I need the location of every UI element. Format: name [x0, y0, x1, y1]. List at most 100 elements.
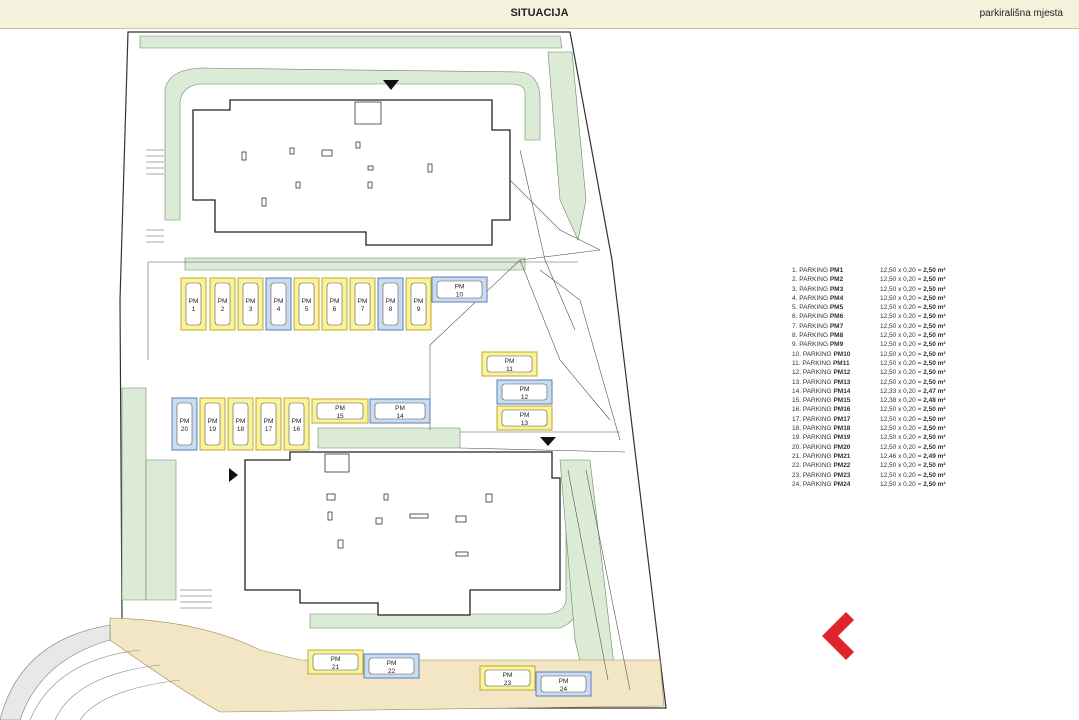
legend-label: 24. PARKING PM24: [792, 480, 880, 489]
legend-label: 3. PARKING PM3: [792, 285, 880, 294]
legend-dims: 12,50 x 0,20 =: [880, 415, 924, 423]
legend-label: 14. PARKING PM14: [792, 387, 880, 396]
legend-code: PM8: [829, 332, 844, 340]
legend-code: PM16: [833, 406, 851, 414]
legend-dimensions: 12,33 x 0,20 = 2,47 m²: [880, 387, 946, 396]
legend-dimensions: 12,50 x 0,20 = 2,50 m²: [880, 266, 946, 275]
legend-row: 20. PARKING PM20 12,50 x 0,20 = 2,50 m²: [792, 443, 992, 452]
parking-bay-9: PM9: [405, 277, 432, 331]
legend-index: 11.: [792, 359, 803, 367]
bay-number-label: 24: [560, 686, 568, 693]
bay-number-label: 14: [396, 413, 404, 420]
legend-dimensions: 12,50 x 0,20 = 2,50 m²: [880, 415, 946, 424]
legend-label: 4. PARKING PM4: [792, 294, 880, 303]
bay-number-label: 20: [181, 426, 189, 433]
green-mid-strip: [317, 427, 461, 449]
bay-prefix-label: PM: [302, 298, 312, 305]
bay-prefix-label: PM: [520, 412, 530, 419]
legend-index: 15.: [792, 397, 803, 405]
legend-label: 5. PARKING PM5: [792, 303, 880, 312]
legend-label: 7. PARKING PM7: [792, 322, 880, 331]
legend-index: 10.: [792, 350, 803, 358]
parking-bay-20: PM20: [171, 397, 198, 451]
roundabout-arc-3: [79, 679, 181, 720]
legend-label: 6. PARKING PM6: [792, 312, 880, 321]
legend-label: 2. PARKING PM2: [792, 275, 880, 284]
bay-number-label: 15: [336, 413, 344, 420]
bay-number-label: 10: [456, 292, 464, 299]
parking-bay-14: PM14: [369, 398, 431, 424]
legend-name: PARKING: [802, 406, 834, 414]
legend-code: PM11: [832, 359, 850, 367]
legend-dims: 12,50 x 0,20 =: [880, 480, 924, 488]
legend-code: PM18: [833, 425, 851, 433]
legend-area-value: 2,50 m²: [923, 434, 946, 442]
legend-code: PM12: [833, 369, 851, 377]
legend-area-value: 2,50 m²: [923, 406, 946, 414]
legend-dimensions: 12,50 x 0,20 = 2,50 m²: [880, 471, 946, 480]
legend-label: 12. PARKING PM12: [792, 368, 880, 377]
legend-dimensions: 12,50 x 0,20 = 2,50 m²: [880, 378, 946, 387]
legend-row: 17. PARKING PM17 12,50 x 0,20 = 2,50 m²: [792, 415, 992, 424]
legend-row: 10. PARKING PM10 12,50 x 0,20 = 2,50 m²: [792, 350, 992, 359]
legend-row: 1. PARKING PM1 12,50 x 0,20 = 2,50 m²: [792, 266, 992, 275]
bay-number-label: 12: [521, 394, 529, 401]
legend-name: PARKING: [802, 415, 834, 423]
legend-area-value: 2,49 m²: [923, 452, 946, 460]
legend-name: PARKING: [799, 276, 830, 284]
parking-bay-8: PM8: [377, 277, 404, 331]
legend-name: PARKING: [802, 397, 834, 405]
legend-name: PARKING: [802, 480, 834, 488]
legend-area-value: 2,50 m²: [923, 276, 946, 284]
legend-name: PARKING: [802, 471, 834, 479]
green-left-strip: [121, 387, 147, 601]
bay-prefix-label: PM: [264, 418, 274, 425]
parking-bay-11: PM11: [481, 351, 538, 377]
legend-dims: 12,50 x 0,20 =: [880, 285, 924, 293]
legend-dimensions: 12,50 x 0,20 = 2,50 m²: [880, 443, 946, 452]
legend-label: 9. PARKING PM9: [792, 340, 880, 349]
legend-label: 18. PARKING PM18: [792, 424, 880, 433]
legend-label: 19. PARKING PM19: [792, 433, 880, 442]
legend-row: 18. PARKING PM18 12,50 x 0,20 = 2,50 m²: [792, 424, 992, 433]
legend-index: 23.: [792, 471, 803, 479]
legend-index: 18.: [792, 425, 803, 433]
legend-index: 21.: [792, 452, 803, 460]
legend-dimensions: 12,50 x 0,20 = 2,50 m²: [880, 433, 946, 442]
legend-label: 8. PARKING PM8: [792, 331, 880, 340]
legend-name: PARKING: [802, 359, 833, 367]
legend-name: PARKING: [802, 350, 834, 358]
legend-dimensions: 12,50 x 0,20 = 2,50 m²: [880, 312, 946, 321]
legend-area-value: 2,50 m²: [923, 378, 946, 386]
legend-index: 22.: [792, 462, 803, 470]
parking-bay-2: PM2: [209, 277, 236, 331]
legend-index: 13.: [792, 378, 803, 386]
legend-name: PARKING: [799, 304, 830, 312]
legend-dims: 12,50 x 0,20 =: [880, 313, 924, 321]
legend-label: 20. PARKING PM20: [792, 443, 880, 452]
legend-label: 13. PARKING PM13: [792, 378, 880, 387]
legend-label: 23. PARKING PM23: [792, 471, 880, 480]
legend-dims: 12,50 x 0,20 =: [880, 471, 924, 479]
legend-name: PARKING: [799, 332, 830, 340]
legend-dimensions: 12,46 x 0,20 = 2,49 m²: [880, 452, 946, 461]
legend-dimensions: 12,38 x 0,20 = 2,48 m²: [880, 396, 946, 405]
legend-row: 4. PARKING PM4 12,50 x 0,20 = 2,50 m²: [792, 294, 992, 303]
bay-number-label: 2: [221, 306, 225, 313]
legend-name: PARKING: [799, 313, 830, 321]
bay-number-label: 13: [521, 420, 529, 427]
bay-prefix-label: PM: [218, 298, 228, 305]
legend-area-value: 2,50 m²: [923, 341, 946, 349]
legend-dims: 12,50 x 0,20 =: [880, 434, 924, 442]
legend-label: 22. PARKING PM22: [792, 461, 880, 470]
parking-bay-12: PM12: [496, 379, 553, 405]
legend-label: 15. PARKING PM15: [792, 396, 880, 405]
bay-number-label: 3: [249, 306, 253, 313]
legend-index: 19.: [792, 434, 803, 442]
parking-bay-15: PM15: [311, 398, 369, 424]
legend-code: PM24: [833, 480, 851, 488]
legend-code: PM4: [829, 294, 844, 302]
legend-index: 12.: [792, 369, 803, 377]
legend-index: 17.: [792, 415, 803, 423]
legend-dimensions: 12,50 x 0,20 = 2,50 m²: [880, 331, 946, 340]
